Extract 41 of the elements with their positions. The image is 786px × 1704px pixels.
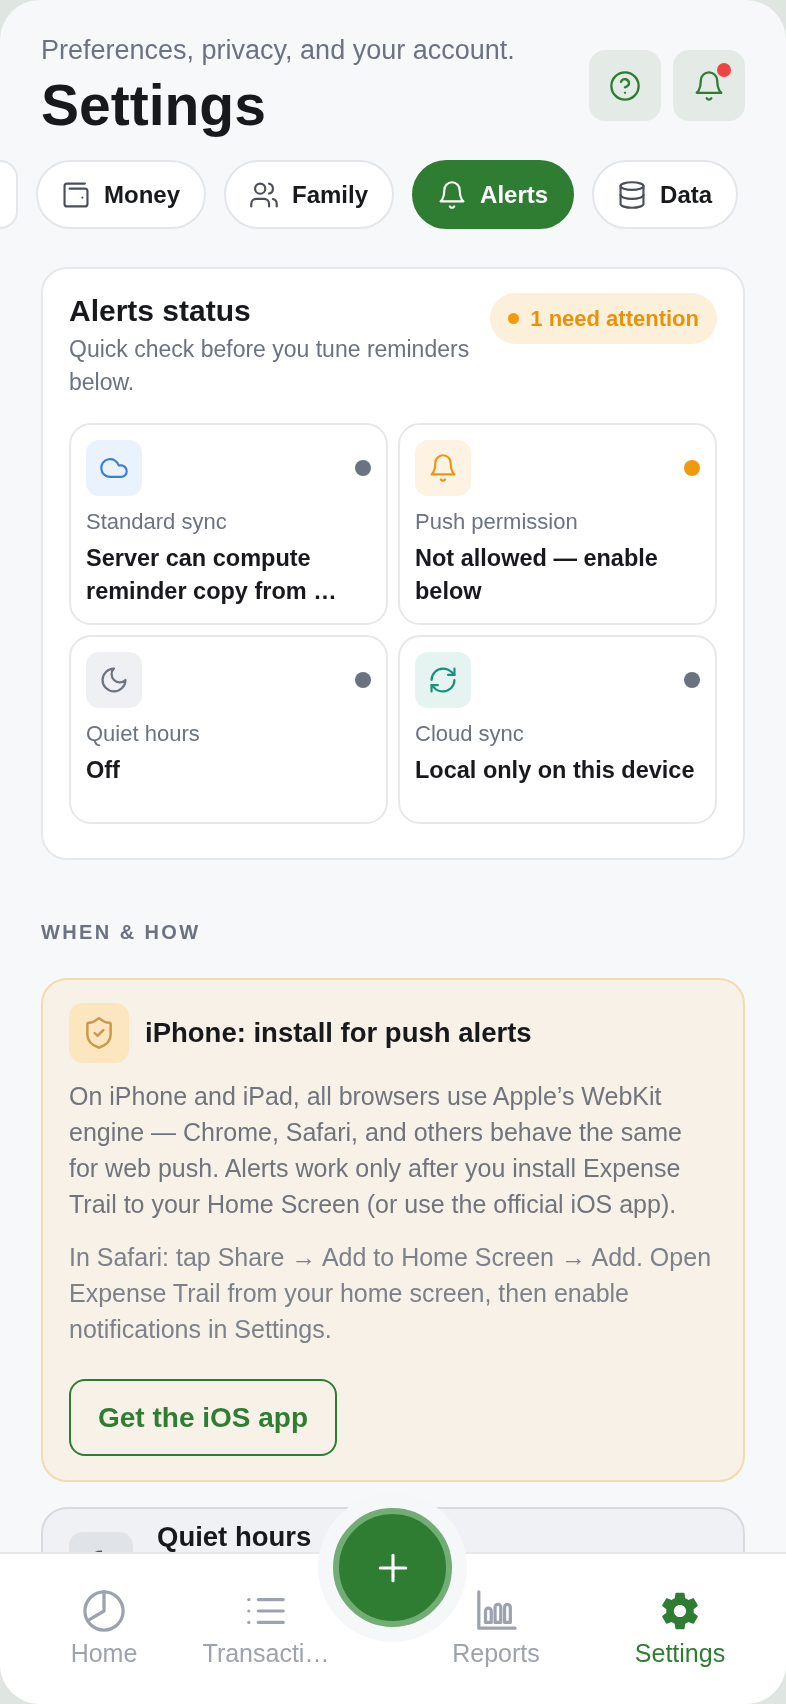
tile-value: Off (86, 756, 120, 785)
page-title: Settings (41, 73, 266, 137)
tile-value: Server can compute reminder copy from … (86, 544, 338, 606)
pie-chart-icon (83, 1590, 125, 1632)
tab[interactable]: Data (592, 160, 739, 229)
moon-icon (86, 652, 142, 708)
card-subtitle: Quick check before you tune reminders below. (69, 335, 471, 397)
people-icon (250, 180, 278, 209)
help-button[interactable] (589, 50, 661, 121)
sync-icon (415, 652, 471, 708)
bar-chart-icon (475, 1590, 517, 1632)
tile-label: Standard sync (86, 508, 227, 536)
wallet-icon (62, 180, 90, 209)
tab[interactable]: Alerts (412, 160, 575, 229)
tile-label: Quiet hours (86, 720, 200, 748)
tile-label: Push permission (415, 508, 578, 536)
card-title: Quiet hours (157, 1522, 312, 1552)
bell-icon (694, 70, 724, 101)
status-dot-icon (508, 313, 520, 324)
badge-text: 1 need attention (530, 305, 699, 332)
card-text: On iPhone and iPad, all browsers use Apple’s WebKit engine — Chrome, Safari, and others behave the same for web push. Alerts work only after you install Expense Trail to your Home Screen (or use the official iOS app). (69, 1081, 683, 1220)
bell-icon (438, 180, 467, 209)
tab[interactable]: Family (224, 160, 395, 229)
page-subtitle: Preferences, privacy, and your account. (41, 34, 515, 66)
help-icon (610, 70, 640, 101)
card-title: Alerts status (69, 293, 251, 329)
tile-value: Local only on this device (415, 756, 695, 785)
card-text: In Safari: tap Share → Add to Home Screen → Add. Open Expense Trail from your home screen, then enable notifications in Settings. (69, 1242, 713, 1345)
settings-icon (659, 1590, 701, 1632)
nav-item[interactable]: Settings (634, 1590, 726, 1668)
bell-icon (415, 440, 471, 496)
ios-app-button[interactable]: Get the iOS app (69, 1379, 338, 1456)
cloud-icon (86, 440, 142, 496)
notifications-button[interactable] (673, 50, 745, 121)
shield-check-icon (69, 1003, 129, 1063)
tile-label: Cloud sync (415, 720, 524, 748)
tile-value: Not allowed — enable below (415, 544, 659, 606)
tab[interactable]: Money (36, 160, 206, 229)
card-title: iPhone: install for push alerts (145, 1016, 532, 1050)
section-heading: WHEN & HOW (41, 921, 201, 943)
database-icon (618, 180, 647, 209)
